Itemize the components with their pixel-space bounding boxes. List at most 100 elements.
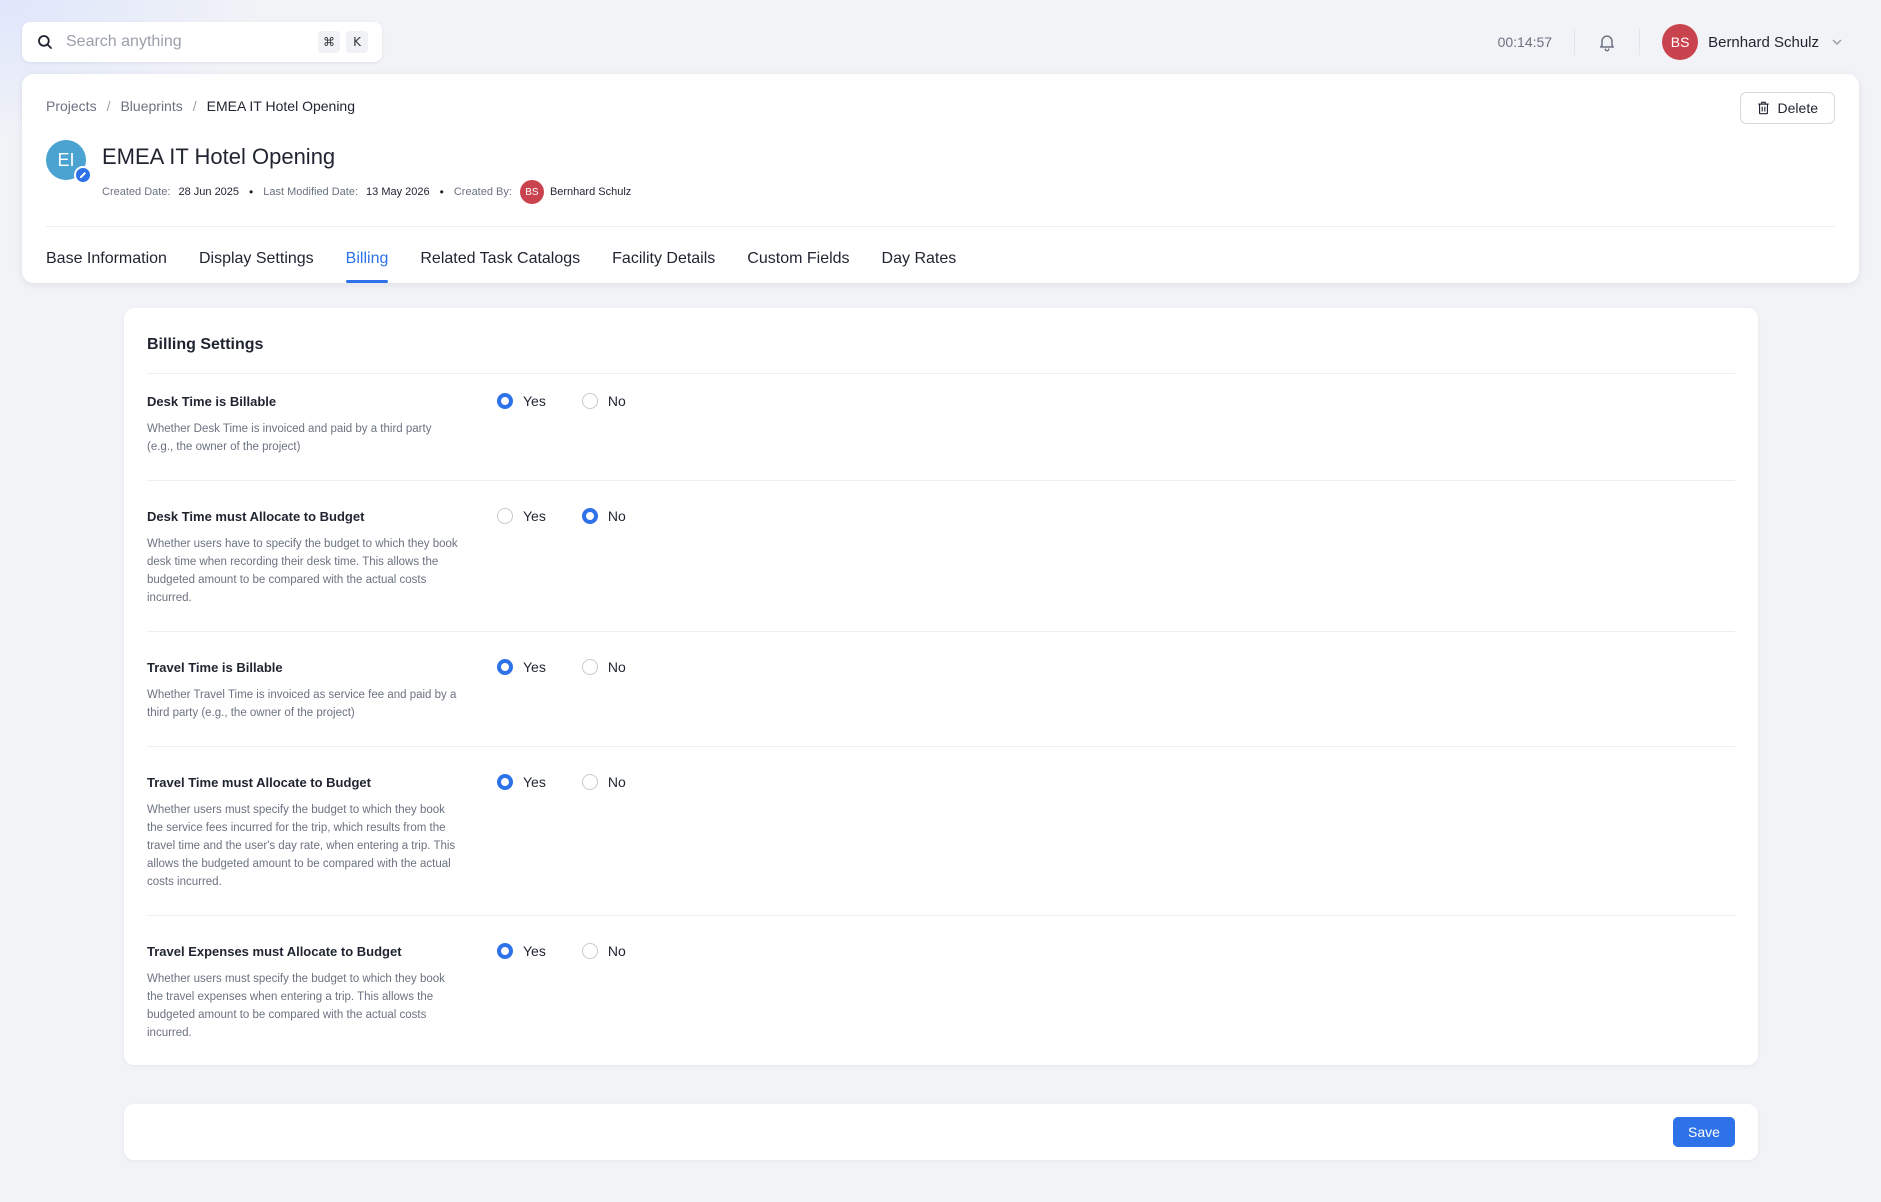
radio-yes[interactable]: Yes: [497, 774, 546, 790]
header-divider: [46, 226, 1835, 227]
tab-related-task-catalogs[interactable]: Related Task Catalogs: [420, 234, 580, 283]
radio-label: Yes: [523, 508, 546, 524]
radio-label: No: [607, 393, 626, 409]
created-by-label: Created By:: [453, 186, 512, 198]
creator-name: Bernhard Schulz: [549, 186, 632, 198]
created-date-value: 28 Jun 2025: [178, 186, 240, 198]
user-menu-toggle[interactable]: [1831, 36, 1843, 48]
project-header: Projects / Blueprints / EMEA IT Hotel Op…: [22, 74, 1859, 283]
radio-circle[interactable]: [581, 393, 598, 409]
project-initials: EI: [57, 149, 75, 170]
radio-no[interactable]: No: [581, 393, 626, 409]
radio-no[interactable]: No: [581, 943, 626, 959]
setting-label: Travel Expenses must Allocate to Budget: [147, 944, 402, 959]
radio-no[interactable]: No: [581, 774, 626, 790]
topbar-divider: [1574, 29, 1576, 55]
radio-yes[interactable]: Yes: [497, 508, 546, 524]
tab-base-information[interactable]: Base Information: [46, 234, 167, 283]
radio-yes[interactable]: Yes: [497, 659, 546, 675]
setting-description: Whether users have to specify the budget…: [147, 538, 458, 604]
radio-yes[interactable]: Yes: [497, 943, 546, 959]
chevron-down-icon: [1832, 39, 1842, 46]
bell-icon: [1600, 35, 1615, 52]
session-timer: 00:14:57: [1497, 34, 1553, 50]
setting-label: Travel Time must Allocate to Budget: [147, 775, 371, 790]
radio-yes[interactable]: Yes: [497, 393, 546, 409]
user-avatar[interactable]: BS: [1662, 24, 1699, 60]
radio-group: Yes No: [497, 393, 662, 409]
topbar-divider: [1639, 29, 1641, 55]
radio-circle[interactable]: [497, 774, 513, 790]
setting-label: Desk Time must Allocate to Budget: [147, 509, 365, 524]
tab-facility-details[interactable]: Facility Details: [612, 234, 715, 283]
setting-description: Whether users must specify the budget to…: [147, 804, 456, 888]
tab-day-rates[interactable]: Day Rates: [882, 234, 957, 283]
radio-circle[interactable]: [581, 774, 598, 790]
radio-label: Yes: [523, 393, 546, 409]
row-divider: [147, 631, 1735, 632]
save-button[interactable]: Save: [1673, 1117, 1735, 1147]
breadcrumb: Projects / Blueprints / EMEA IT Hotel Op…: [46, 98, 355, 114]
radio-label: Yes: [523, 774, 546, 790]
radio-group: Yes No: [497, 943, 662, 959]
project-avatar: EI: [46, 140, 92, 184]
radio-label: No: [607, 943, 626, 959]
delete-label: Delete: [1777, 100, 1818, 116]
radio-label: No: [607, 508, 626, 524]
form-footer: Save: [124, 1104, 1758, 1160]
radio-no[interactable]: No: [581, 659, 626, 675]
topbar-right: 00:14:57 BS Bernhard Schulz: [1498, 22, 1843, 62]
row-divider: [147, 746, 1735, 747]
radio-group: Yes No: [497, 508, 662, 524]
search-bar[interactable]: ⌘ K: [22, 22, 382, 62]
edit-avatar-button[interactable]: [74, 166, 92, 184]
radio-circle[interactable]: [497, 508, 513, 524]
notifications-button[interactable]: [1597, 31, 1617, 53]
creator-avatar: BS: [519, 180, 544, 204]
meta-dot: •: [439, 185, 444, 199]
shortcut-mod-key: ⌘: [318, 31, 340, 53]
radio-label: No: [607, 774, 626, 790]
radio-circle[interactable]: [497, 659, 513, 675]
project-meta: Created Date: 28 Jun 2025 • Last Modifie…: [102, 180, 631, 204]
setting-description: Whether Travel Time is invoiced as servi…: [147, 689, 457, 719]
breadcrumb-separator: /: [192, 98, 197, 114]
setting-description: Whether Desk Time is invoiced and paid b…: [147, 423, 432, 453]
search-icon: [38, 35, 52, 49]
radio-circle[interactable]: [497, 393, 513, 409]
tab-custom-fields[interactable]: Custom Fields: [747, 234, 849, 283]
radio-circle[interactable]: [581, 943, 598, 959]
setting-description: Whether users must specify the budget to…: [147, 973, 445, 1039]
breadcrumb-projects[interactable]: Projects: [46, 98, 97, 114]
modified-date-value: 13 May 2026: [366, 186, 430, 198]
user-name[interactable]: Bernhard Schulz: [1708, 34, 1819, 51]
pencil-icon: [79, 171, 87, 179]
radio-label: Yes: [523, 659, 546, 675]
modified-date-label: Last Modified Date:: [263, 186, 359, 198]
radio-circle[interactable]: [581, 659, 598, 675]
row-divider: [147, 480, 1735, 481]
setting-label: Travel Time is Billable: [147, 660, 283, 675]
radio-no[interactable]: No: [581, 508, 626, 524]
tab-display-settings[interactable]: Display Settings: [199, 234, 314, 283]
radio-group: Yes No: [497, 774, 662, 790]
trash-icon: [1757, 101, 1769, 115]
section-title: Billing Settings: [147, 336, 264, 353]
page-title: EMEA IT Hotel Opening: [102, 144, 336, 169]
setting-label: Desk Time is Billable: [147, 394, 277, 409]
radio-group: Yes No: [497, 659, 662, 675]
breadcrumb-current: EMEA IT Hotel Opening: [206, 98, 355, 114]
delete-button[interactable]: Delete: [1739, 92, 1835, 124]
radio-label: No: [607, 659, 626, 675]
row-divider: [147, 915, 1735, 916]
search-input[interactable]: [66, 33, 312, 51]
billing-settings-card: Billing Settings Desk Time is Billable W…: [124, 308, 1758, 1065]
created-date-label: Created Date:: [102, 186, 171, 198]
tab-bar: Base Information Display Settings Billin…: [46, 234, 988, 283]
radio-label: Yes: [523, 943, 546, 959]
breadcrumb-blueprints[interactable]: Blueprints: [120, 98, 182, 114]
breadcrumb-separator: /: [106, 98, 111, 114]
radio-circle[interactable]: [497, 943, 513, 959]
tab-billing[interactable]: Billing: [345, 234, 388, 283]
radio-circle[interactable]: [581, 508, 598, 524]
